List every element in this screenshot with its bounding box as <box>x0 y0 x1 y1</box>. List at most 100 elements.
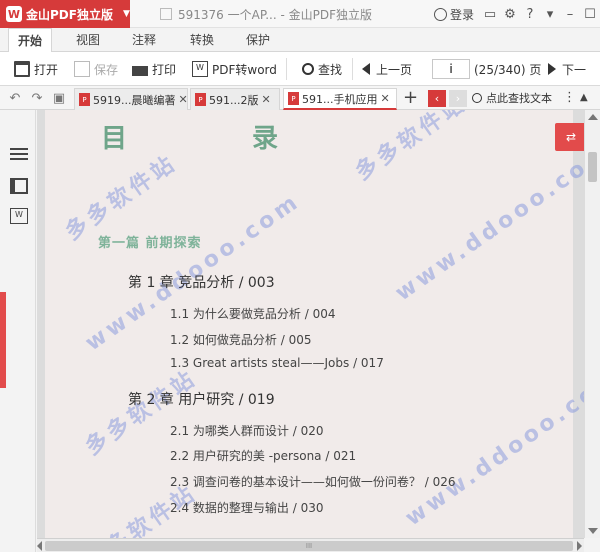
prev-page-button[interactable]: 上一页 <box>362 52 412 86</box>
app-menu-button[interactable]: W 金山PDF独立版 ▼ <box>0 0 130 28</box>
print-label: 打印 <box>152 62 177 77</box>
pdf-to-word-label: PDF转word <box>212 62 277 77</box>
toc-section: 1.1 为什么要做竞品分析 / 004 <box>170 307 336 321</box>
scroll-left-icon[interactable] <box>37 541 42 551</box>
find-text-label: 点此查找文本 <box>486 92 552 105</box>
app-logo-icon: W <box>6 6 22 22</box>
document-tab[interactable]: P 591...2版 ✕ <box>190 88 280 110</box>
pdf-convert-float-button[interactable]: ⇄ <box>555 123 584 151</box>
app-name: 金山PDF独立版 <box>26 7 113 22</box>
chevron-down-icon: ▼ <box>122 9 130 19</box>
search-icon <box>472 93 482 103</box>
title-bar: W 金山PDF独立版 ▼ 591376 一个AP... - 金山PDF独立版 登… <box>0 0 600 28</box>
chevron-right-icon[interactable]: › <box>449 90 467 107</box>
undo-icon[interactable]: ↶ <box>6 86 24 110</box>
find-button[interactable]: 查找 <box>302 52 342 86</box>
folder-icon <box>14 61 30 77</box>
collapse-icon[interactable]: ▲ <box>580 86 588 110</box>
user-icon <box>433 7 447 21</box>
part-heading: 第一篇 前期探索 <box>98 236 202 251</box>
watermark: www.ddooo.com <box>390 138 584 307</box>
chevron-left-icon[interactable]: ‹ <box>428 90 446 107</box>
scroll-down-icon[interactable] <box>588 528 598 534</box>
next-page-label: 下一 <box>562 62 587 77</box>
find-text-button[interactable]: 点此查找文本 <box>472 86 552 110</box>
toc-section: 2.1 为哪类人群而设计 / 020 <box>170 424 324 438</box>
pdf-icon: P <box>288 92 299 105</box>
document-viewer[interactable]: 多多软件站 www.ddooo.com 多多软件站 www.ddooo.com … <box>37 110 584 552</box>
document-icon <box>160 8 172 20</box>
bookmark-list-icon[interactable] <box>10 148 28 164</box>
window-title-text: 591376 一个AP... - 金山PDF独立版 <box>178 7 372 22</box>
left-sidebar: W <box>0 110 36 552</box>
add-tab-icon[interactable]: + <box>403 86 418 110</box>
tab-convert[interactable]: 转换 <box>182 28 222 52</box>
close-icon[interactable]: ✕ <box>261 93 270 106</box>
document-tab-active[interactable]: P 591...手机应用 ✕ <box>283 88 397 110</box>
pdf-word-icon[interactable]: W <box>10 208 28 224</box>
help-icon[interactable]: ? <box>520 0 540 28</box>
gear-icon[interactable]: ⚙ <box>500 0 520 28</box>
pdf-icon: P <box>195 93 206 106</box>
watermark: www.ddooo.com <box>400 363 584 532</box>
chevron-down-icon[interactable]: ▾ <box>540 0 560 28</box>
save-icon[interactable]: ▣ <box>50 86 68 110</box>
sidebar-toggle-handle[interactable] <box>0 292 6 388</box>
tab-protect[interactable]: 保护 <box>238 28 278 52</box>
page-number-input[interactable] <box>432 59 470 79</box>
message-icon[interactable]: ▭ <box>480 0 500 28</box>
window-title: 591376 一个AP... - 金山PDF独立版 <box>160 0 372 28</box>
scroll-thumb[interactable] <box>588 152 597 182</box>
horizontal-scrollbar[interactable]: III <box>37 538 584 552</box>
save-label: 保存 <box>94 62 119 77</box>
save-button[interactable]: 保存 <box>74 52 118 86</box>
menu-bar: 开始 视图 注释 转换 保护 <box>0 28 600 53</box>
document-tab-bar: ↶ ↷ ▣ P 5919...晨曦编著 ✕ P 591...2版 ✕ P 591… <box>0 86 600 110</box>
close-icon[interactable]: ✕ <box>381 92 390 105</box>
save-icon <box>74 61 90 77</box>
tab-annotate[interactable]: 注释 <box>124 28 164 52</box>
login-label: 登录 <box>449 7 474 22</box>
toc-section: 1.3 Great artists steal——Jobs / 017 <box>170 356 384 370</box>
next-page-button[interactable]: 下一 <box>548 52 586 86</box>
pdf-to-word-button[interactable]: W PDF转word <box>192 52 277 86</box>
prev-page-label: 上一页 <box>376 62 413 77</box>
close-icon[interactable]: ✕ <box>178 93 187 106</box>
more-icon[interactable]: ⋮ <box>563 86 576 110</box>
toolbar-divider <box>352 58 353 80</box>
toc-section: 1.2 如何做竞品分析 / 005 <box>170 333 312 347</box>
arrow-right-icon <box>548 63 556 75</box>
page-count: (25/340) 页 <box>474 62 542 77</box>
scroll-right-icon[interactable] <box>577 541 582 551</box>
pdf-word-icon: W <box>192 61 208 77</box>
minimize-icon[interactable]: – <box>560 0 580 28</box>
open-button[interactable]: 打开 <box>14 52 58 86</box>
toc-section: 2.2 用户研究的美 -persona / 021 <box>170 449 357 463</box>
toc-title: 目 录 <box>101 124 337 154</box>
toc-section: 2.4 数据的整理与输出 / 030 <box>170 501 324 515</box>
open-label: 打开 <box>34 62 59 77</box>
tab-view[interactable]: 视图 <box>68 28 108 52</box>
login-button[interactable]: 登录 <box>433 6 474 23</box>
document-tab[interactable]: P 5919...晨曦编著 ✕ <box>74 88 188 110</box>
printer-icon <box>132 65 148 76</box>
tab-start[interactable]: 开始 <box>8 28 52 53</box>
toc-section: 2.3 调查问卷的基本设计——如何做一份问卷？ / 026 <box>170 475 456 489</box>
find-label: 查找 <box>318 62 343 77</box>
thumbnail-icon[interactable] <box>10 178 28 194</box>
arrow-left-icon <box>362 63 370 75</box>
watermark: 多多软件站 <box>351 110 472 186</box>
scroll-thumb[interactable]: III <box>45 541 573 551</box>
scroll-up-icon[interactable] <box>588 114 598 120</box>
document-tab-label: 591...2版 <box>209 93 259 107</box>
toolbar-divider <box>286 58 287 80</box>
print-button[interactable]: 打印 <box>132 52 176 86</box>
pdf-icon: P <box>79 93 90 106</box>
toc-chapter: 第 1 章 竞品分析 / 003 <box>128 275 275 291</box>
maximize-icon[interactable]: ☐ <box>580 0 600 28</box>
toc-chapter: 第 2 章 用户研究 / 019 <box>128 392 275 408</box>
toolbar: 打开 保存 打印 W PDF转word 查找 上一页 (25/340) 页 下一 <box>0 52 600 86</box>
vertical-scrollbar[interactable] <box>584 110 600 538</box>
document-tab-label: 5919...晨曦编著 <box>93 93 176 107</box>
redo-icon[interactable]: ↷ <box>28 86 46 110</box>
